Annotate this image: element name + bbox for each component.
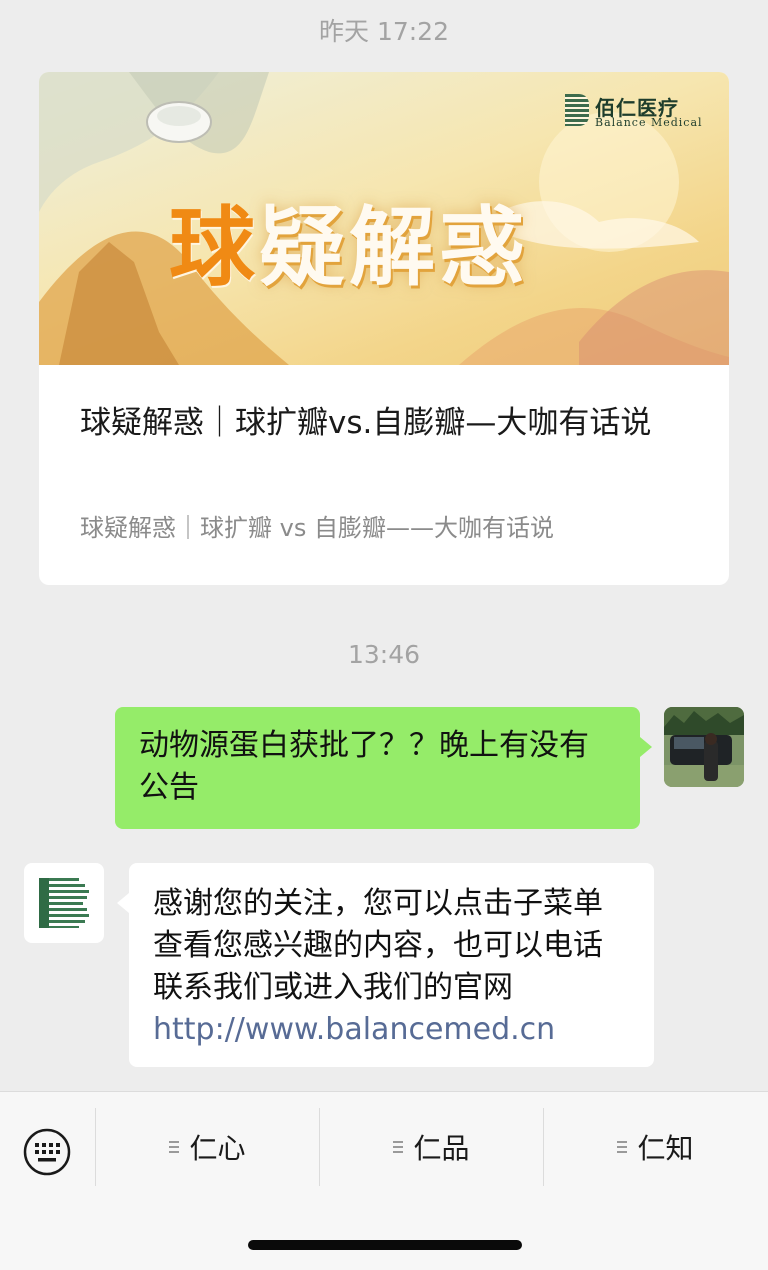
home-indicator[interactable]	[248, 1240, 522, 1250]
menu-item-renpin[interactable]: 仁品	[320, 1114, 543, 1180]
menu-item-renzhi[interactable]: 仁知	[544, 1114, 767, 1180]
outgoing-message-text: 动物源蛋白获批了？？晚上有没有公告	[139, 728, 589, 805]
menu-item-renxin[interactable]: 仁心	[96, 1114, 319, 1180]
user-avatar[interactable]	[664, 707, 744, 787]
user-avatar-photo	[664, 707, 744, 787]
keyboard-toggle-button[interactable]	[22, 1127, 72, 1177]
official-account-avatar[interactable]	[24, 863, 104, 943]
incoming-message-text: 感谢您的关注，您可以点击子菜单查看您感兴趣的内容，也可以电话联系我们或进入我们的…	[153, 886, 603, 1005]
article-cover-image: 佰仁医疗 Balance Medical 球疑解惑	[39, 72, 729, 365]
brand-logo: 佰仁医疗 Balance Medical	[565, 94, 702, 130]
timestamp: 昨天 17:22	[319, 17, 449, 46]
menu-lines-icon	[169, 1141, 180, 1153]
cover-title-highlight: 球	[169, 197, 259, 298]
menu-lines-icon	[393, 1141, 404, 1153]
balance-logo-icon	[39, 878, 89, 928]
cover-title-rest: 疑解惑	[259, 197, 529, 298]
brand-mark-icon	[565, 94, 589, 126]
menu-item-label: 仁心	[189, 1132, 246, 1165]
keyboard-icon	[23, 1128, 71, 1176]
article-title: 球疑解惑｜球扩瓣vs.自膨瓣—大咖有话说	[80, 405, 652, 441]
website-link[interactable]: http://www.balancemed.cn	[153, 1012, 555, 1047]
timestamp: 13:46	[347, 640, 421, 669]
incoming-message-bubble[interactable]: 感谢您的关注，您可以点击子菜单查看您感兴趣的内容，也可以电话联系我们或进入我们的…	[117, 863, 654, 1067]
outgoing-message-bubble[interactable]: 动物源蛋白获批了？？晚上有没有公告	[115, 707, 652, 829]
article-card[interactable]: 佰仁医疗 Balance Medical 球疑解惑 球疑解惑｜球扩瓣vs.自膨瓣…	[39, 72, 729, 585]
menu-item-label: 仁知	[637, 1132, 694, 1165]
cover-title: 球疑解惑	[169, 177, 529, 302]
article-description: 球疑解惑｜球扩瓣 vs 自膨瓣——大咖有话说	[80, 514, 554, 542]
brand-name-en: Balance Medical	[595, 116, 703, 129]
menu-item-label: 仁品	[413, 1132, 470, 1165]
menu-lines-icon	[617, 1141, 628, 1153]
